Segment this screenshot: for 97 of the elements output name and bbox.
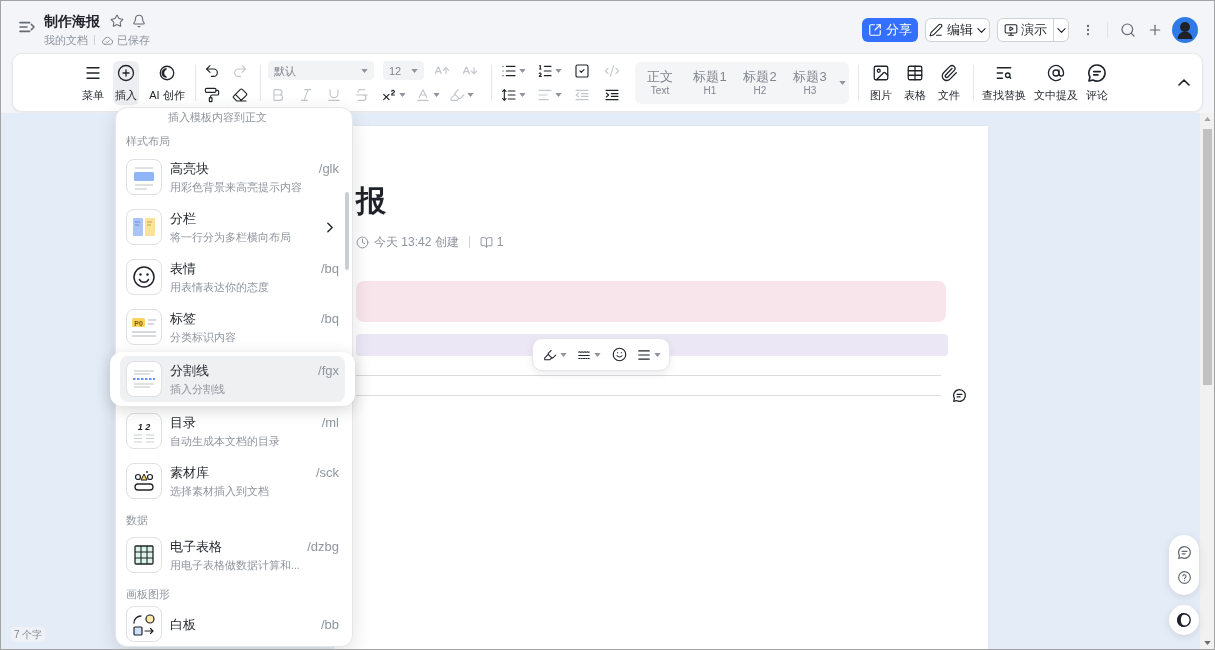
comment-icon xyxy=(1088,63,1106,82)
caret-icon xyxy=(432,92,440,97)
avatar-icon[interactable] xyxy=(1172,17,1198,43)
clock-icon xyxy=(356,235,369,249)
menu-item[interactable]: 分割线 /fgx 插入分割线 xyxy=(120,356,345,402)
caret-icon xyxy=(594,352,601,357)
caret-icon xyxy=(839,80,846,85)
highlight-block-icon xyxy=(126,159,162,195)
caret-icon xyxy=(518,92,526,97)
book-icon xyxy=(479,235,493,249)
align-icon xyxy=(637,347,651,362)
menu-item[interactable]: 分栏 将一行分为多栏横向布局 xyxy=(116,202,352,252)
checkbox-icon xyxy=(574,62,590,79)
caret-icon xyxy=(518,68,526,73)
line-spacing-icon xyxy=(500,86,517,103)
monitor-play-icon xyxy=(1004,23,1018,37)
caret-icon xyxy=(554,68,562,73)
pen-icon xyxy=(929,23,943,37)
undo-icon xyxy=(204,62,220,79)
text-lines-icon xyxy=(133,434,155,443)
sidebar-toggle-icon[interactable] xyxy=(18,20,36,34)
chevron-down-icon xyxy=(977,27,986,33)
redo-icon xyxy=(232,62,248,79)
menu-button[interactable]: 菜单 xyxy=(79,60,107,105)
menu-item[interactable]: 表情 /bq 用表情表达你的态度 xyxy=(116,252,352,302)
smiley-icon xyxy=(126,259,162,295)
share-button[interactable]: 分享 xyxy=(862,18,918,42)
chevron-down-icon xyxy=(1056,27,1066,33)
text-color-icon xyxy=(414,86,431,103)
comment-icon[interactable] xyxy=(953,388,966,402)
shapes-tray-icon xyxy=(126,463,162,499)
text-lines-icon xyxy=(131,319,157,337)
edit-button[interactable]: 编辑 xyxy=(925,18,990,42)
find-replace-button[interactable]: 查找替换 xyxy=(981,60,1027,105)
caret-icon xyxy=(361,68,368,73)
bold-icon xyxy=(270,86,286,103)
chevron-up-icon xyxy=(1178,79,1190,86)
at-sign-icon xyxy=(1047,63,1065,82)
code-icon xyxy=(604,62,620,79)
theme-toggle-button[interactable] xyxy=(1169,605,1199,635)
document-name: 制作海报 xyxy=(44,12,100,30)
menu-item[interactable]: 1 2 目录 /ml 自动生成本文档的目录 xyxy=(116,406,352,456)
shapes-icon xyxy=(126,606,162,642)
present-button[interactable]: 演示 xyxy=(998,19,1053,41)
scrollbar-thumb[interactable] xyxy=(345,192,349,270)
scroll-down-icon[interactable] xyxy=(1203,641,1211,645)
search-icon[interactable] xyxy=(1120,22,1136,38)
eraser-icon xyxy=(232,86,248,103)
save-status: 已保存 xyxy=(117,33,150,47)
ai-button[interactable]: AI 创作 xyxy=(145,60,189,105)
table-icon xyxy=(906,63,924,82)
smiley-icon xyxy=(611,347,627,362)
plus-icon[interactable] xyxy=(1147,22,1163,38)
italic-icon xyxy=(298,86,314,103)
mention-button[interactable]: 文中提及 xyxy=(1033,60,1079,105)
image-icon xyxy=(872,63,890,82)
section-label: 画板图形 xyxy=(126,587,170,601)
paperclip-icon xyxy=(940,63,958,82)
caret-icon xyxy=(560,352,567,357)
caret-icon xyxy=(466,92,474,97)
grid-icon xyxy=(126,537,162,573)
menu-item[interactable]: 白板 /bb xyxy=(116,604,352,644)
section-label: 数据 xyxy=(126,513,148,527)
section-label: 样式布局 xyxy=(126,134,170,148)
help-icon[interactable] xyxy=(1177,571,1191,584)
scrollbar-thumb[interactable] xyxy=(1202,129,1212,385)
caret-icon xyxy=(398,92,406,97)
created-time: 今天 13:42 创建 xyxy=(374,234,459,250)
numbers-icon-text: 1 2 xyxy=(137,422,151,432)
read-count: 1 xyxy=(496,234,504,250)
plus-circle-icon xyxy=(117,63,135,82)
caret-icon xyxy=(554,92,562,97)
caret-icon xyxy=(654,352,661,357)
menu-item[interactable]: 高亮块 /glk 用彩色背景来高亮提示内容 xyxy=(116,152,352,202)
image-button[interactable]: 图片 xyxy=(867,60,895,105)
paint-roller-icon xyxy=(204,86,220,103)
comment-button[interactable]: 评论 xyxy=(1085,60,1109,105)
word-count: 7 个字 xyxy=(11,627,46,642)
document-title: 报 xyxy=(356,184,386,218)
contrast-icon xyxy=(1177,613,1191,627)
insert-button[interactable]: 插入 xyxy=(113,60,139,105)
numbered-list-icon xyxy=(536,62,553,79)
table-button[interactable]: 表格 xyxy=(901,60,929,105)
menu-item[interactable]: 电子表格 /dzbg 用电子表格做数据计算和... xyxy=(116,530,352,580)
menu-item-description: 插入模板内容到正文 xyxy=(168,110,267,124)
bell-icon[interactable] xyxy=(132,14,146,28)
caret-icon xyxy=(411,68,418,73)
share-icon xyxy=(868,23,882,37)
highlighter-icon xyxy=(543,347,557,362)
strikethrough-icon xyxy=(354,86,370,103)
columns-icon xyxy=(126,209,162,245)
highlighter-icon xyxy=(448,86,465,103)
underline-icon xyxy=(326,86,342,103)
star-icon[interactable] xyxy=(110,14,124,28)
half-filled-circle-icon xyxy=(158,63,176,82)
menu-item[interactable]: 素材库 /sck 选择素材插入到文档 xyxy=(116,456,352,506)
file-button[interactable]: 文件 xyxy=(935,60,963,105)
